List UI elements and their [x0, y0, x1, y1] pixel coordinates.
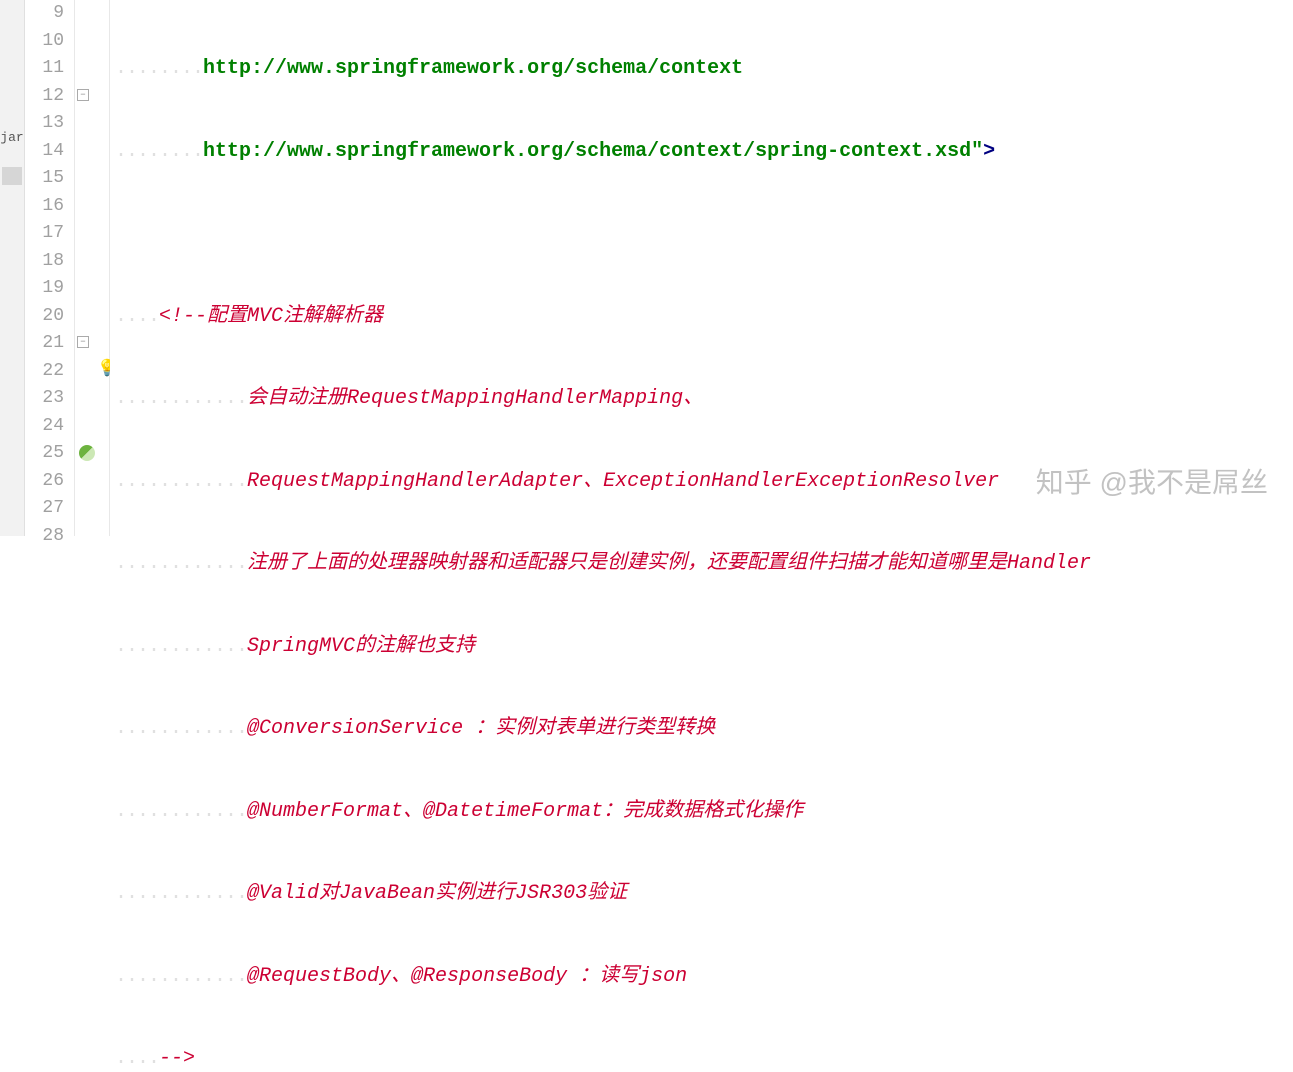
- line-number[interactable]: 22: [25, 358, 64, 386]
- code-text-area[interactable]: ........http://www.springframework.org/s…: [110, 0, 1293, 536]
- spring-bean-icon[interactable]: [79, 445, 95, 461]
- code-line: ............注册了上面的处理器映射器和适配器只是创建实例，还要配置组…: [110, 550, 1293, 578]
- project-panel-edge[interactable]: jar: [0, 0, 25, 536]
- code-line: ....-->: [110, 1045, 1293, 1072]
- line-number[interactable]: 25: [25, 440, 64, 468]
- line-number[interactable]: 12: [25, 83, 64, 111]
- code-line: ........http://www.springframework.org/s…: [110, 55, 1293, 83]
- code-editor: jar 9 10 11 12 13 14 15 16 17 18 19 20 2…: [0, 0, 1293, 536]
- line-number[interactable]: 26: [25, 468, 64, 496]
- line-number[interactable]: 27: [25, 495, 64, 523]
- line-number[interactable]: 11: [25, 55, 64, 83]
- fold-toggle-icon[interactable]: −: [77, 89, 89, 101]
- panel-selection: [2, 167, 22, 185]
- line-number[interactable]: 10: [25, 28, 64, 56]
- line-number[interactable]: 23: [25, 385, 64, 413]
- line-number[interactable]: 18: [25, 248, 64, 276]
- line-number-gutter[interactable]: 9 10 11 12 13 14 15 16 17 18 19 20 21 22…: [25, 0, 75, 536]
- line-number[interactable]: 9: [25, 0, 64, 28]
- code-line: ........http://www.springframework.org/s…: [110, 138, 1293, 166]
- code-line: ............RequestMappingHandlerAdapter…: [110, 468, 1293, 496]
- marker-gutter: − − 💡: [75, 0, 110, 536]
- line-number[interactable]: 16: [25, 193, 64, 221]
- line-number[interactable]: 19: [25, 275, 64, 303]
- code-line: ............@Valid对JavaBean实例进行JSR303验证: [110, 880, 1293, 908]
- line-number[interactable]: 21: [25, 330, 64, 358]
- code-line: [110, 220, 1293, 248]
- line-number[interactable]: 24: [25, 413, 64, 441]
- fold-toggle-icon[interactable]: −: [77, 336, 89, 348]
- line-number[interactable]: 17: [25, 220, 64, 248]
- code-line: ....<!--配置MVC注解解析器: [110, 303, 1293, 331]
- line-number[interactable]: 14: [25, 138, 64, 166]
- code-line: ............@RequestBody、@ResponseBody ：…: [110, 963, 1293, 991]
- line-number[interactable]: 13: [25, 110, 64, 138]
- jar-file-label: jar: [0, 130, 24, 145]
- code-line: ............SpringMVC的注解也支持: [110, 633, 1293, 661]
- line-number[interactable]: 15: [25, 165, 64, 193]
- code-line: ............@NumberFormat、@DatetimeForma…: [110, 798, 1293, 826]
- code-line: ............会自动注册RequestMappingHandlerMa…: [110, 385, 1293, 413]
- line-number[interactable]: 28: [25, 523, 64, 551]
- code-line: ............@ConversionService ：实例对表单进行类…: [110, 715, 1293, 743]
- line-number[interactable]: 20: [25, 303, 64, 331]
